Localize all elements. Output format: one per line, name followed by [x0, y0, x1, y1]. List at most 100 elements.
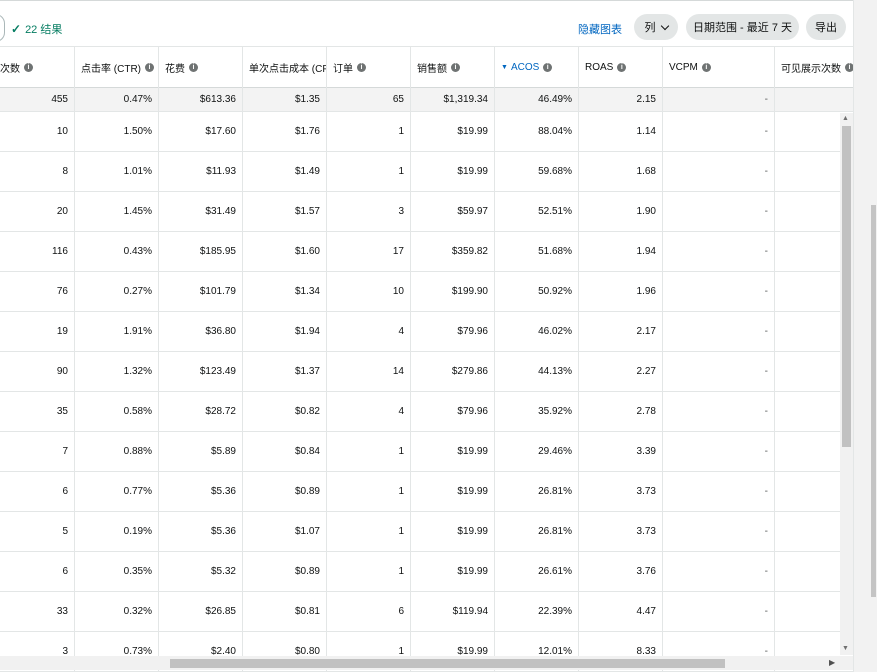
column-header-acos[interactable]: ▼ ACOS i	[494, 47, 578, 88]
column-header-roas[interactable]: ROAS i	[578, 47, 662, 88]
cell-cpc: $1.57	[242, 192, 326, 231]
cell-roas: 3.76	[578, 552, 662, 591]
cell-clicks: 6	[62, 486, 68, 497]
cell-sales: $1,319.34	[410, 88, 494, 111]
cell-roas: 2.78	[578, 392, 662, 431]
cell-spend: $185.95	[158, 232, 242, 271]
cell-clicks: 33	[56, 606, 68, 617]
cell-vcpm: -	[662, 512, 774, 551]
cell-roas: 1.68	[578, 152, 662, 191]
cell-ctr: 0.58%	[74, 392, 158, 431]
cell-spend: $36.80	[158, 312, 242, 351]
date-range-button[interactable]: 日期范围 - 最近 7 天	[686, 14, 799, 40]
results-count: ✓ 22 结果	[11, 21, 62, 37]
cell-ctr: 0.32%	[74, 592, 158, 631]
cell-ctr: 0.35%	[74, 552, 158, 591]
cell-orders: 1	[326, 552, 410, 591]
cell-spend: $123.49	[158, 352, 242, 391]
cell-cpc: $1.35	[242, 88, 326, 111]
cell-acos: 22.39%	[494, 592, 578, 631]
export-button[interactable]: 导出	[806, 14, 846, 40]
info-icon[interactable]: i	[617, 63, 627, 72]
cell-orders: 1	[326, 112, 410, 151]
cell-clicks: 35	[56, 406, 68, 417]
cell-spend: $26.85	[158, 592, 242, 631]
cell-ctr: 1.91%	[74, 312, 158, 351]
column-header-label: 订单	[333, 64, 353, 75]
column-header-spend[interactable]: 花费 i	[158, 47, 242, 88]
date-range-label: 日期范围 - 最近 7 天	[692, 22, 792, 34]
cell-orders: 17	[326, 232, 410, 271]
column-header-label: ACOS	[510, 62, 540, 73]
cell-acos: 88.04%	[494, 112, 578, 151]
columns-button[interactable]: 列	[634, 14, 678, 40]
column-header-orders[interactable]: 订单 i	[326, 47, 410, 88]
cell-sales: $119.94	[410, 592, 494, 631]
cell-roas: 1.90	[578, 192, 662, 231]
info-icon[interactable]: i	[24, 63, 33, 72]
cell-acos: 50.92%	[494, 272, 578, 311]
cell-vcpm: -	[662, 312, 774, 351]
page-scroll-thumb[interactable]	[871, 205, 876, 597]
info-icon[interactable]: i	[145, 63, 154, 72]
column-header-cpc[interactable]: 单次点击成本 (CPC)	[242, 47, 326, 88]
cell-ctr: 1.45%	[74, 192, 158, 231]
info-icon[interactable]: i	[189, 63, 198, 72]
cell-roas: 4.47	[578, 592, 662, 631]
info-icon[interactable]: i	[451, 63, 460, 72]
cell-cpc: $1.94	[242, 312, 326, 351]
column-header-label: VCPM	[669, 62, 698, 73]
cell-vcpm: -	[662, 552, 774, 591]
cell-vcpm: -	[662, 152, 774, 191]
cell-acos: 29.46%	[494, 432, 578, 471]
cell-roas: 3.73	[578, 472, 662, 511]
info-icon[interactable]: i	[357, 63, 366, 72]
cell-orders: 1	[326, 512, 410, 551]
cell-orders: 14	[326, 352, 410, 391]
cell-cpc: $0.82	[242, 392, 326, 431]
cell-clicks: 76	[56, 286, 68, 297]
column-header-sales[interactable]: 销售额 i	[410, 47, 494, 88]
horizontal-scroll-thumb[interactable]	[170, 659, 725, 668]
cell-roas: 2.17	[578, 312, 662, 351]
column-header-vcpm[interactable]: VCPM i	[662, 47, 774, 88]
check-icon: ✓	[11, 22, 22, 36]
cell-clicks: 20	[56, 206, 68, 217]
cell-orders: 1	[326, 472, 410, 511]
cell-ctr: 0.19%	[74, 512, 158, 551]
filter-pill[interactable]	[0, 14, 5, 42]
cell-ctr: 0.47%	[74, 88, 158, 111]
cell-vcpm: -	[662, 88, 774, 111]
column-header-label: 点击率 (CTR)	[81, 64, 141, 75]
cell-clicks: 6	[62, 566, 68, 577]
column-header-viewable[interactable]: 可见展示次数 i	[774, 47, 864, 88]
cell-orders: 65	[326, 88, 410, 111]
cell-spend: $11.93	[158, 152, 242, 191]
column-header-label: 可见展示次数	[781, 64, 841, 75]
cell-clicks: 90	[56, 366, 68, 377]
sort-desc-icon: ▼	[501, 64, 508, 71]
scroll-up-icon[interactable]: ▲	[842, 115, 849, 122]
columns-label: 列	[644, 22, 656, 34]
cell-acos: 26.81%	[494, 512, 578, 551]
table-row: 5 0.19% $5.36 $1.07 1 $19.99 26.81% 3.73-	[0, 512, 853, 552]
cell-sales: $59.97	[410, 192, 494, 231]
cell-sales: $19.99	[410, 552, 494, 591]
cell-vcpm: -	[662, 232, 774, 271]
cell-orders: 6	[326, 592, 410, 631]
column-header-ctr[interactable]: 点击率 (CTR) i	[74, 47, 158, 88]
chevron-down-icon	[660, 21, 669, 30]
table-toolbar: ✓ 22 结果 隐藏图表 列 日期范围 - 最近 7 天 导出	[0, 1, 853, 45]
vertical-scroll-thumb[interactable]	[842, 126, 851, 447]
cell-roas: 2.15	[578, 88, 662, 111]
column-header-clicks[interactable]: 点击次数 i	[0, 47, 74, 88]
info-icon[interactable]: i	[701, 63, 711, 72]
scroll-down-icon[interactable]: ▼	[842, 645, 849, 652]
cell-cpc: $0.89	[242, 472, 326, 511]
hide-chart-link[interactable]: 隐藏图表	[578, 21, 622, 37]
cell-vcpm: -	[662, 432, 774, 471]
table-row: 20 1.45% $31.49 $1.57 3 $59.97 52.51% 1.90-	[0, 192, 853, 232]
cell-acos: 46.02%	[494, 312, 578, 351]
info-icon[interactable]: i	[543, 63, 553, 72]
scroll-right-icon[interactable]: ▶	[829, 658, 835, 667]
